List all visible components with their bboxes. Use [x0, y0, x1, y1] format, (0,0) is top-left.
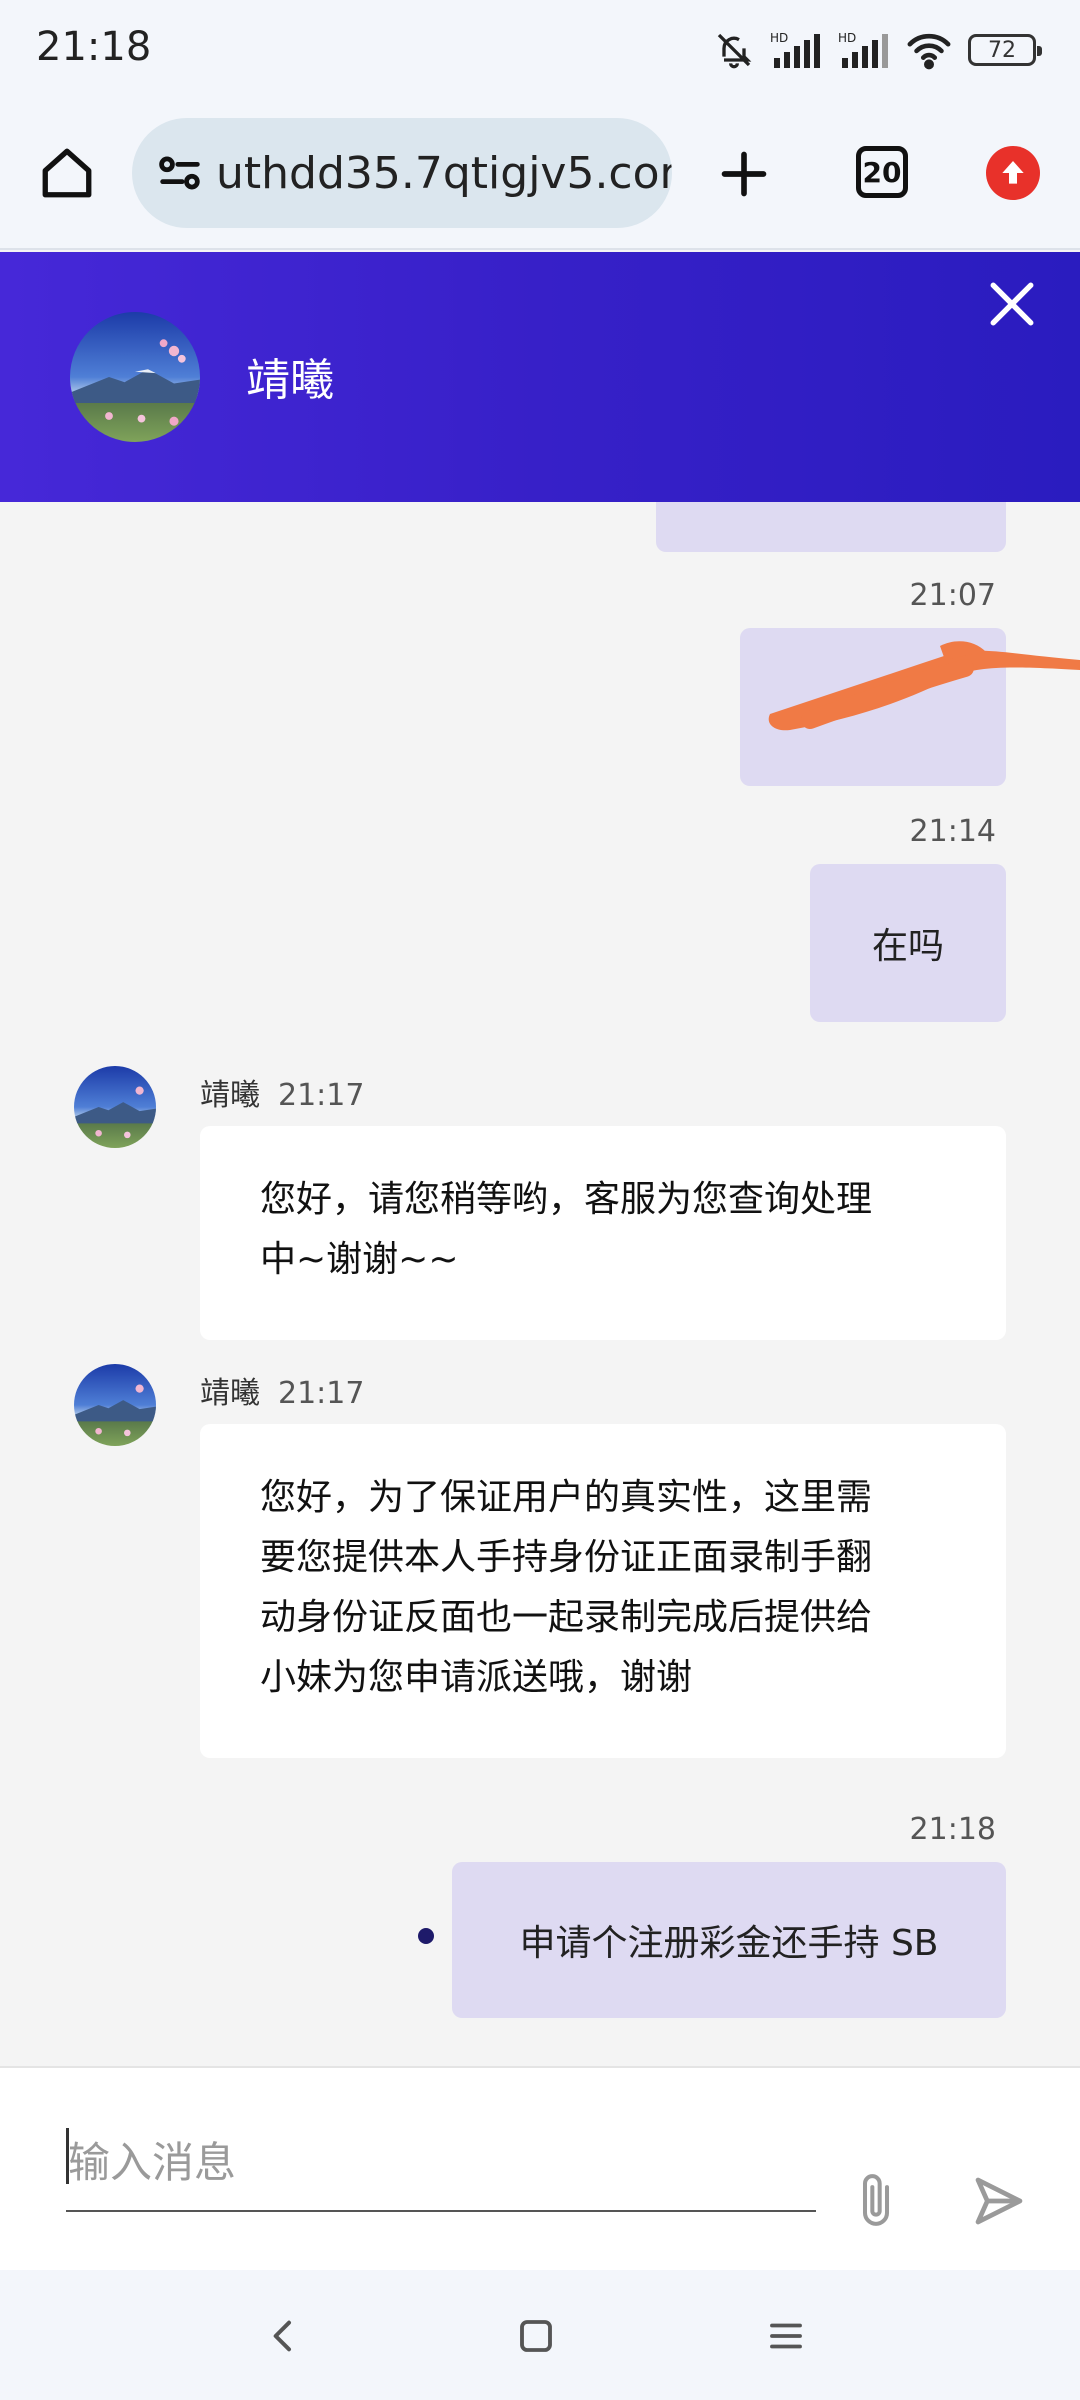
- message-timestamp: 21:14: [909, 814, 996, 849]
- send-button[interactable]: [964, 2166, 1034, 2236]
- message-bubble-outgoing[interactable]: [740, 628, 1080, 786]
- redaction-scribble: [768, 641, 1080, 731]
- message-text: 在吗: [871, 926, 944, 967]
- home-button[interactable]: [30, 136, 104, 210]
- battery-icon: 72: [968, 34, 1042, 66]
- svg-text:HD: HD: [770, 31, 788, 45]
- home-nav-button[interactable]: [506, 2306, 566, 2366]
- status-bar: 21:18 HD HD 72: [0, 0, 1080, 100]
- message-line: 中~谢谢~~: [260, 1239, 459, 1280]
- wifi-icon: [907, 33, 951, 70]
- text-caret: [66, 2128, 69, 2184]
- update-arrow-icon: [1002, 161, 1024, 184]
- status-icons: HD HD 72: [714, 26, 1042, 74]
- message-line: 您好，请您稍等哟，客服为您查询处理: [260, 1179, 873, 1220]
- sending-indicator: [418, 1928, 434, 1944]
- composer: [0, 2066, 1080, 2270]
- navigation-bar: [0, 2270, 1080, 2400]
- close-button[interactable]: [980, 272, 1044, 336]
- menu-button[interactable]: [756, 2306, 816, 2366]
- address-bar[interactable]: uthdd35.7qtigjv5.com: [132, 118, 672, 228]
- status-time: 21:18: [36, 24, 152, 70]
- signal-hd-icon: HD: [838, 31, 888, 68]
- battery-level: 72: [988, 37, 1016, 63]
- sender-name: 靖曦: [200, 1078, 260, 1113]
- url-text[interactable]: uthdd35.7qtigjv5.com: [216, 148, 672, 199]
- message-text: 申请个注册彩金还手持 SB: [519, 1923, 939, 1964]
- message-bubble-incoming[interactable]: 您好，为了保证用户的真实性，这里需 要您提供本人手持身份证正面录制手翻 动身份证…: [200, 1424, 1006, 1758]
- tab-count: 20: [862, 155, 902, 189]
- message-bubble-outgoing[interactable]: 在吗: [810, 864, 1006, 1022]
- bell-off-icon: [717, 33, 752, 69]
- new-tab-button[interactable]: [706, 136, 782, 212]
- paperclip-icon: [862, 2174, 890, 2226]
- message-line: 您好，为了保证用户的真实性，这里需: [260, 1477, 873, 1518]
- tabs-button[interactable]: 20: [856, 146, 908, 198]
- message-line: 要您提供本人手持身份证正面录制手翻: [260, 1537, 873, 1578]
- message-bubble-outgoing[interactable]: 申请个注册彩金还手持 SB: [452, 1862, 1006, 2018]
- chat-header: 靖曦: [0, 252, 1080, 502]
- agent-avatar-small: [74, 1066, 156, 1148]
- agent-avatar: [70, 312, 200, 442]
- agent-avatar-small: [74, 1364, 156, 1446]
- message-line: 小妹为您申请派送哦，谢谢: [260, 1657, 693, 1698]
- message-bubble-outgoing[interactable]: [656, 502, 1006, 552]
- signal-hd-icon: HD: [770, 31, 820, 68]
- browser-toolbar: uthdd35.7qtigjv5.com 20: [0, 100, 1080, 250]
- send-icon: [975, 2177, 1023, 2225]
- plus-icon: [721, 151, 767, 197]
- attach-button[interactable]: [846, 2164, 906, 2236]
- home-icon: [42, 148, 92, 198]
- message-line: 动身份证反面也一起录制完成后提供给: [260, 1597, 873, 1638]
- back-button[interactable]: [254, 2306, 314, 2366]
- update-button[interactable]: [986, 146, 1040, 200]
- sender-line: 靖曦 21:17: [200, 1368, 364, 1412]
- message-bubble-incoming[interactable]: 您好，请您稍等哟，客服为您查询处理 中~谢谢~~: [200, 1126, 1006, 1340]
- sender-name: 靖曦: [200, 1376, 260, 1411]
- svg-text:HD: HD: [838, 31, 856, 45]
- message-timestamp: 21:17: [278, 1078, 365, 1113]
- agent-name: 靖曦: [246, 355, 334, 406]
- message-input[interactable]: [66, 2114, 816, 2212]
- message-list[interactable]: 21:07 21:14 在吗 靖曦 21:17 您好，请您稍等哟，客服为您查询处理…: [0, 502, 1080, 2066]
- message-timestamp: 21:07: [909, 578, 996, 613]
- back-icon: [273, 2320, 291, 2352]
- tune-icon[interactable]: [154, 147, 206, 199]
- home-square-icon: [520, 2320, 552, 2352]
- sender-line: 靖曦 21:17: [200, 1070, 364, 1114]
- message-timestamp: 21:18: [909, 1812, 996, 1847]
- close-icon: [990, 282, 1034, 326]
- menu-icon: [770, 2323, 802, 2349]
- message-timestamp: 21:17: [278, 1376, 365, 1411]
